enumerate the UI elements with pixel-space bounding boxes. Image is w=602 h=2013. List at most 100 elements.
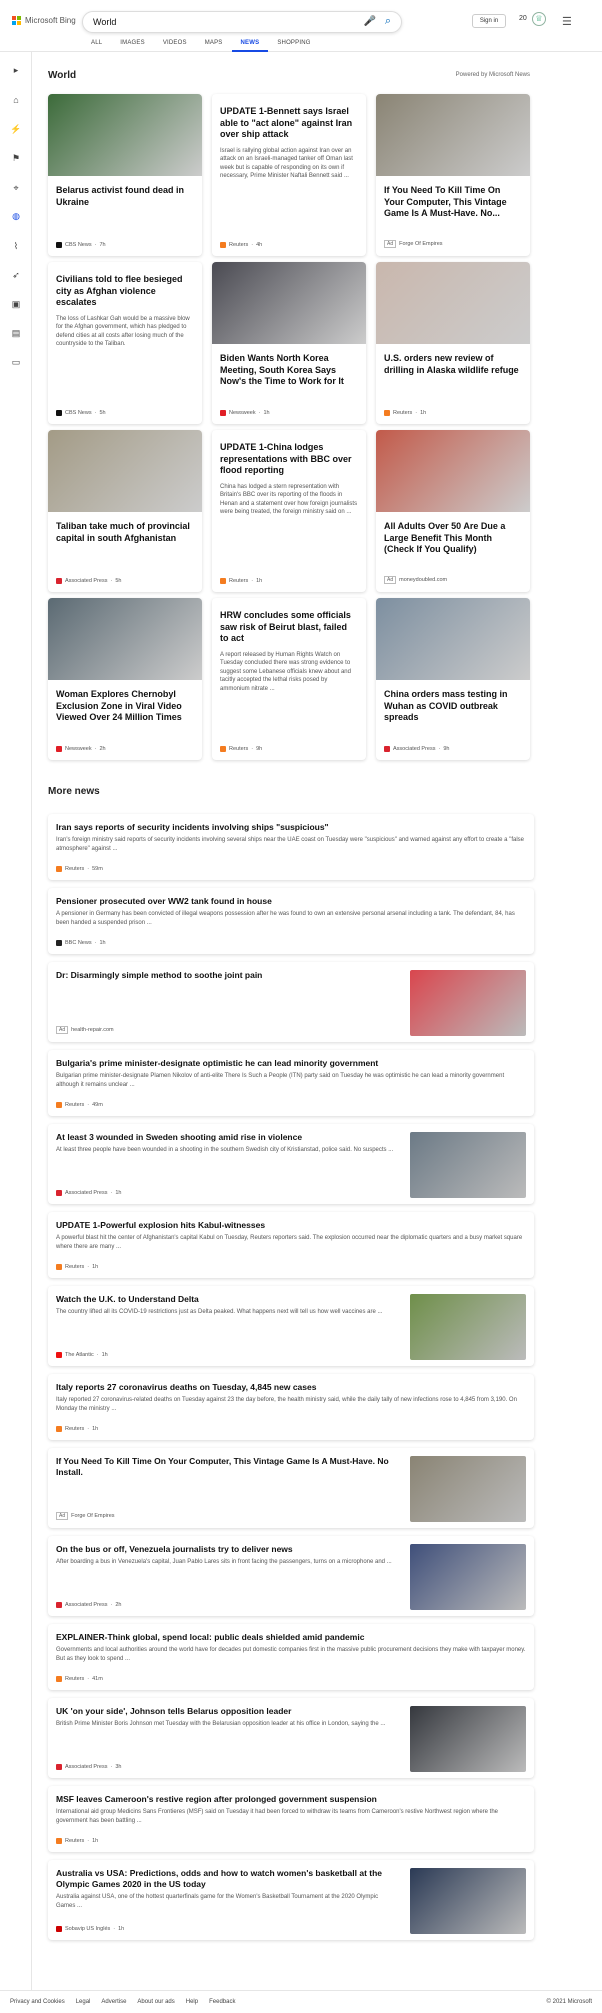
news-card-title[interactable]: Biden Wants North Korea Meeting, South K… xyxy=(212,353,366,388)
bing-logo[interactable]: Microsoft Bing xyxy=(12,16,76,25)
news-list-item[interactable]: Pensioner prosecuted over WW2 tank found… xyxy=(48,888,534,954)
news-card-image[interactable] xyxy=(376,262,530,344)
microphone-icon[interactable]: 🎤 xyxy=(363,16,377,30)
tab-all[interactable]: ALL xyxy=(82,38,111,52)
source-name[interactable]: BBC News xyxy=(65,940,92,946)
news-card-title[interactable]: All Adults Over 50 Are Due a Large Benef… xyxy=(376,521,530,556)
source-name[interactable]: Newsweek xyxy=(229,410,256,416)
flag-icon[interactable]: ⚑ xyxy=(10,152,22,164)
news-item-title[interactable]: Italy reports 27 coronavirus deaths on T… xyxy=(48,1374,534,1393)
news-card[interactable]: Taliban take much of provincial capital … xyxy=(48,430,202,592)
footer-legal-link[interactable]: Legal xyxy=(76,1999,91,2005)
news-list-item[interactable]: Italy reports 27 coronavirus deaths on T… xyxy=(48,1374,534,1440)
news-item-thumbnail[interactable] xyxy=(410,1132,526,1198)
news-card[interactable]: Biden Wants North Korea Meeting, South K… xyxy=(212,262,366,424)
footer-about-ads-link[interactable]: About our ads xyxy=(137,1999,174,2005)
news-card-title[interactable]: Woman Explores Chernobyl Exclusion Zone … xyxy=(48,689,202,724)
news-item-title[interactable]: UPDATE 1-Powerful explosion hits Kabul-w… xyxy=(48,1212,534,1231)
news-card[interactable]: HRW concludes some officials saw risk of… xyxy=(212,598,366,760)
source-name[interactable]: Newsweek xyxy=(65,746,92,752)
trending-icon[interactable]: ⚡ xyxy=(10,123,22,135)
source-name[interactable]: Reuters xyxy=(229,578,248,584)
news-list-item[interactable]: Watch the U.K. to Understand Delta The co… xyxy=(48,1286,534,1366)
news-card-image[interactable] xyxy=(376,94,530,176)
news-item-thumbnail[interactable] xyxy=(410,1456,526,1522)
news-card-title[interactable]: Civilians told to flee besieged city as … xyxy=(48,274,202,309)
news-item-title[interactable]: MSF leaves Cameroon's restive region aft… xyxy=(48,1786,534,1805)
news-list-item[interactable]: EXPLAINER-Think global, spend local: pub… xyxy=(48,1624,534,1690)
source-name[interactable]: Reuters xyxy=(65,1838,84,1844)
news-card[interactable]: U.S. orders new review of drilling in Al… xyxy=(376,262,530,424)
footer-feedback-link[interactable]: Feedback xyxy=(209,1999,235,2005)
search-input[interactable]: World xyxy=(93,17,116,27)
source-name[interactable]: CBS News xyxy=(65,410,92,416)
news-list-item[interactable]: Bulgaria's prime minister-designate opti… xyxy=(48,1050,534,1116)
source-name[interactable]: Reuters xyxy=(65,1264,84,1270)
news-card-image[interactable] xyxy=(376,598,530,680)
news-card[interactable]: UPDATE 1-Bennett says Israel able to "ac… xyxy=(212,94,366,256)
news-card-image[interactable] xyxy=(212,262,366,344)
footer-advertise-link[interactable]: Advertise xyxy=(101,1999,126,2005)
news-list-item[interactable]: Australia vs USA: Predictions, odds and … xyxy=(48,1860,534,1940)
source-name[interactable]: health-repair.com xyxy=(71,1027,114,1033)
source-name[interactable]: Reuters xyxy=(229,242,248,248)
news-card-title[interactable]: UPDATE 1-China lodges representations wi… xyxy=(212,442,366,477)
tab-news[interactable]: NEWS xyxy=(231,38,269,52)
source-name[interactable]: Forge Of Empires xyxy=(399,241,442,247)
news-card-image[interactable] xyxy=(48,94,202,176)
tab-shopping[interactable]: SHOPPING xyxy=(268,38,319,52)
search-icon[interactable]: ⌕ xyxy=(381,15,395,29)
location-icon[interactable]: ⌖ xyxy=(10,182,22,194)
news-item-thumbnail[interactable] xyxy=(410,970,526,1036)
source-name[interactable]: Reuters xyxy=(393,410,412,416)
news-card[interactable]: If You Need To Kill Time On Your Compute… xyxy=(376,94,530,256)
news-card[interactable]: All Adults Over 50 Are Due a Large Benef… xyxy=(376,430,530,592)
news-list-item[interactable]: On the bus or off, Venezuela journalists… xyxy=(48,1536,534,1616)
tab-videos[interactable]: VIDEOS xyxy=(154,38,196,52)
expand-sidebar-icon[interactable]: ▸ xyxy=(10,64,22,76)
tab-images[interactable]: IMAGES xyxy=(111,38,154,52)
source-name[interactable]: Reuters xyxy=(229,746,248,752)
tab-maps[interactable]: MAPS xyxy=(196,38,232,52)
news-item-title[interactable]: Pensioner prosecuted over WW2 tank found… xyxy=(48,888,534,907)
card-icon[interactable]: ▭ xyxy=(10,356,22,368)
news-item-title[interactable]: Iran says reports of security incidents … xyxy=(48,814,534,833)
news-card-title[interactable]: If You Need To Kill Time On Your Compute… xyxy=(376,185,530,220)
news-card[interactable]: China orders mass testing in Wuhan as CO… xyxy=(376,598,530,760)
news-card[interactable]: UPDATE 1-China lodges representations wi… xyxy=(212,430,366,592)
source-name[interactable]: Reuters xyxy=(65,1426,84,1432)
source-name[interactable]: Sobavip US Inglés xyxy=(65,1926,110,1932)
news-item-thumbnail[interactable] xyxy=(410,1706,526,1772)
globe-icon[interactable]: ◍ xyxy=(10,210,22,222)
news-item-title[interactable]: Bulgaria's prime minister-designate opti… xyxy=(48,1050,534,1069)
news-card-image[interactable] xyxy=(48,430,202,512)
news-item-title[interactable]: EXPLAINER-Think global, spend local: pub… xyxy=(48,1624,534,1643)
news-card-title[interactable]: China orders mass testing in Wuhan as CO… xyxy=(376,689,530,724)
source-name[interactable]: Forge Of Empires xyxy=(71,1513,114,1519)
news-card-title[interactable]: Belarus activist found dead in Ukraine xyxy=(48,185,202,208)
sign-in-button[interactable]: Sign in xyxy=(472,14,506,28)
source-name[interactable]: The Atlantic xyxy=(65,1352,94,1358)
news-list-item[interactable]: MSF leaves Cameroon's restive region aft… xyxy=(48,1786,534,1852)
news-list-item[interactable]: If You Need To Kill Time On Your Compute… xyxy=(48,1448,534,1528)
news-list-item[interactable]: UPDATE 1-Powerful explosion hits Kabul-w… xyxy=(48,1212,534,1278)
news-card-image[interactable] xyxy=(376,430,530,512)
search-box[interactable]: World 🎤 ⌕ xyxy=(82,11,402,33)
news-card[interactable]: Belarus activist found dead in Ukraine CB… xyxy=(48,94,202,256)
source-name[interactable]: Associated Press xyxy=(65,1764,108,1770)
news-card-title[interactable]: UPDATE 1-Bennett says Israel able to "ac… xyxy=(212,106,366,141)
news-card-image[interactable] xyxy=(48,598,202,680)
rocket-icon[interactable]: ➶ xyxy=(10,269,22,281)
news-card-title[interactable]: Taliban take much of provincial capital … xyxy=(48,521,202,544)
news-card[interactable]: Woman Explores Chernobyl Exclusion Zone … xyxy=(48,598,202,760)
rewards-icon[interactable]: ♕ xyxy=(532,12,546,26)
news-card-title[interactable]: U.S. orders new review of drilling in Al… xyxy=(376,353,530,376)
source-name[interactable]: CBS News xyxy=(65,242,92,248)
money-icon[interactable]: ▤ xyxy=(10,327,22,339)
chart-icon[interactable]: ⌇ xyxy=(10,240,22,252)
hamburger-menu-icon[interactable]: ☰ xyxy=(562,15,572,28)
source-name[interactable]: Associated Press xyxy=(65,1190,108,1196)
news-list-item[interactable]: Iran says reports of security incidents … xyxy=(48,814,534,880)
source-name[interactable]: moneydoubled.com xyxy=(399,577,447,583)
news-item-thumbnail[interactable] xyxy=(410,1544,526,1610)
